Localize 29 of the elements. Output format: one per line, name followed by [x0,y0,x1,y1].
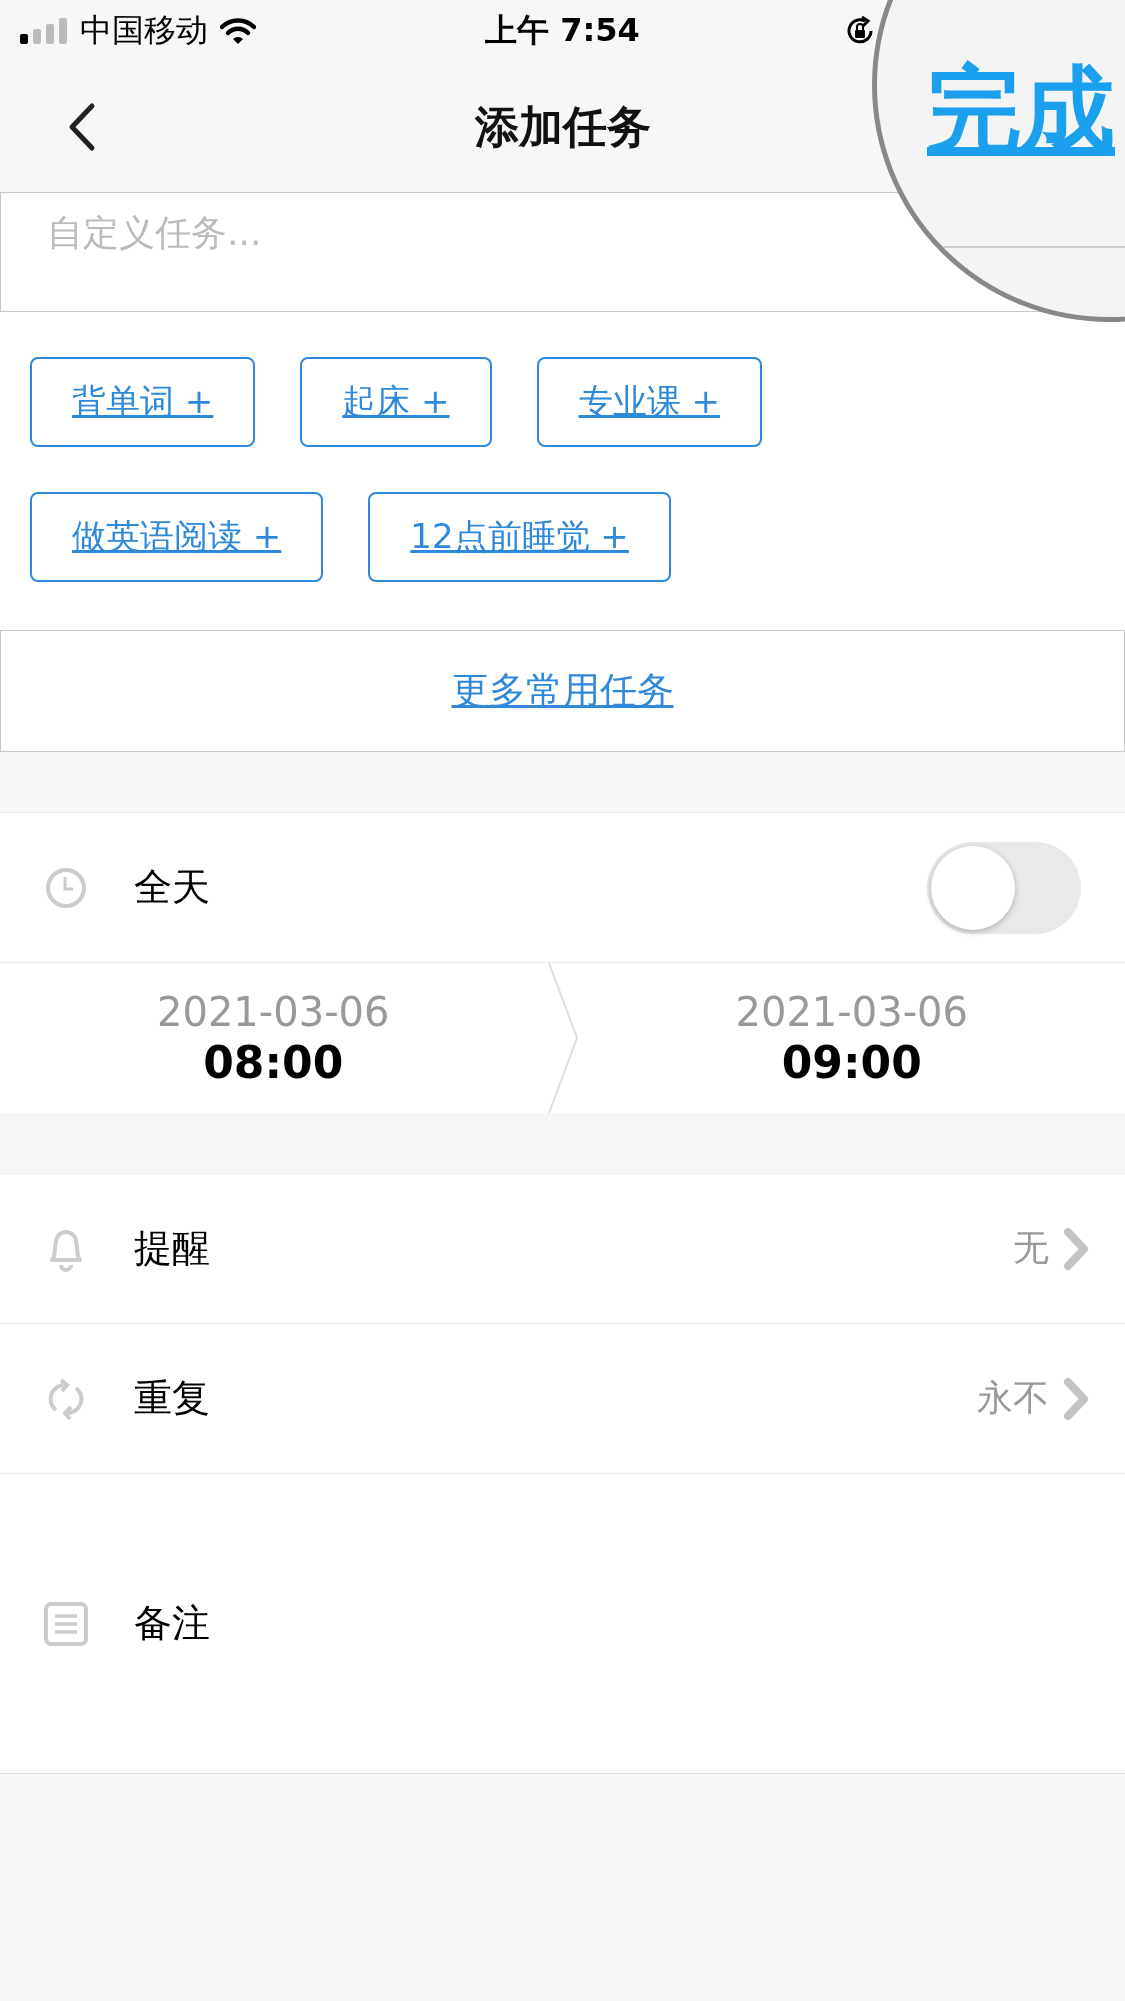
setting-label: 重复 [134,1375,210,1422]
all-day-label: 全天 [134,864,210,911]
page-title: 添加任务 [474,99,651,154]
rotation-lock-icon [845,16,875,46]
start-time[interactable]: 08:00 [203,1036,344,1088]
setting-label: 提醒 [134,1225,210,1272]
setting-value: 无 [1013,1226,1049,1270]
end-time[interactable]: 09:00 [781,1036,922,1088]
status-time: 上午 7:54 [485,10,640,51]
quick-task-chip[interactable]: 专业课 + [536,357,762,447]
done-button[interactable]: 完成 [927,58,1115,162]
wifi-icon [220,17,256,45]
signal-icon [20,18,68,44]
quick-task-chip[interactable]: 背单词 + [30,357,256,447]
start-date[interactable]: 2021-03-06 [157,988,390,1035]
note-label: 备注 [134,1600,210,1647]
settings-row[interactable]: 重复 永不 [0,1324,1125,1474]
settings-row[interactable]: 提醒 无 [0,1174,1125,1324]
end-date[interactable]: 2021-03-06 [735,988,968,1035]
note-icon [44,1600,88,1647]
quick-task-chip[interactable]: 12点前睡觉 + [368,492,671,582]
quick-task-chip[interactable]: 起床 + [300,357,492,447]
chevron-right-icon [1063,1376,1089,1421]
quick-task-chip[interactable]: 做英语阅读 + [30,492,324,582]
carrier-name: 中国移动 [80,10,208,51]
setting-value: 永不 [977,1376,1049,1420]
note-row[interactable]: 备注 [0,1474,1125,1774]
chevron-right-icon [1063,1226,1089,1271]
clock-icon [44,865,88,910]
